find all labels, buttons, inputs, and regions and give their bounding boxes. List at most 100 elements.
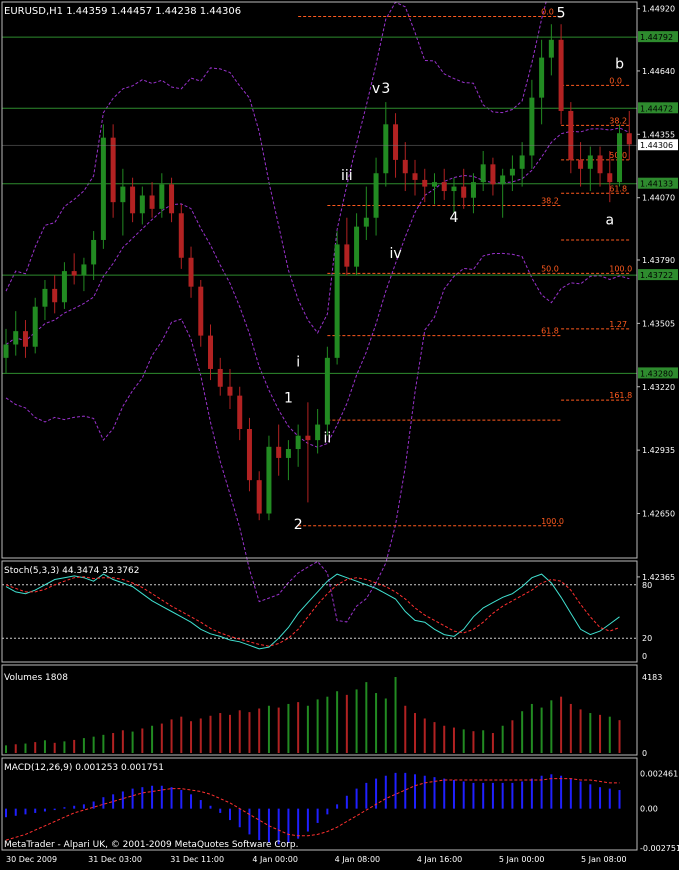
horizontal-line-label-4: 1.43280: [640, 369, 673, 378]
candle-body-54: [529, 97, 535, 156]
candle-body-37: [363, 217, 369, 227]
wave-label-8: ii: [323, 430, 331, 446]
price-tick-label-3: 1.44070: [642, 194, 675, 203]
stoch-tick-label-0: 80: [642, 581, 652, 590]
wave-label-5: a: [605, 212, 614, 228]
candle-body-43: [422, 179, 428, 187]
candle-body-62: [607, 173, 613, 183]
horizontal-line-label-1: 1.44472: [640, 104, 673, 113]
wave-label-4: 5: [557, 6, 566, 22]
candle-body-7: [71, 271, 77, 276]
candle-body-29: [285, 449, 291, 458]
price-tick-label-5: 1.43505: [642, 319, 675, 328]
candle-body-5: [52, 288, 58, 303]
fib-label-10: 61.8: [541, 327, 559, 336]
candle-body-40: [393, 124, 399, 160]
candle-body-34: [334, 244, 340, 358]
candle-body-9: [91, 239, 97, 265]
fib-label-1: 0.0: [609, 76, 622, 85]
time-label-3: 4 Jan 00:00: [252, 855, 298, 864]
candle-body-52: [509, 168, 515, 176]
candle-body-20: [198, 286, 204, 336]
candle-body-6: [61, 271, 67, 303]
fib-label-7: 50.0: [541, 264, 559, 273]
candle-body-19: [188, 257, 194, 287]
candle-body-12: [120, 186, 126, 203]
price-tick-label-1: 1.44640: [642, 67, 675, 76]
candle-body-18: [178, 213, 184, 258]
wave-label-3: 4: [450, 210, 459, 226]
candle-body-28: [276, 446, 282, 458]
macd-tick-label-2: -0.002751: [640, 844, 679, 853]
candle-body-13: [130, 186, 136, 214]
candle-body-58: [568, 110, 574, 160]
candle-body-3: [32, 306, 38, 347]
candle-body-45: [441, 182, 447, 192]
candle-body-15: [149, 195, 155, 209]
candle-body-59: [578, 159, 584, 169]
time-label-4: 4 Jan 08:00: [335, 855, 381, 864]
candle-body-14: [139, 195, 145, 214]
wave-label-0: 1: [284, 390, 293, 406]
fib-label-9: 1.27: [609, 320, 627, 329]
time-label-6: 5 Jan 00:00: [499, 855, 545, 864]
candle-body-32: [315, 424, 321, 441]
candle-body-11: [110, 137, 116, 203]
wave-label-6: b: [615, 57, 624, 73]
candle-body-64: [626, 133, 632, 145]
volume-tick-label-1: 0: [642, 749, 647, 758]
candle-body-61: [597, 155, 603, 174]
wave-label-1: 2: [294, 517, 303, 533]
candle-body-47: [461, 186, 467, 198]
fib-label-0: 0.0: [541, 7, 554, 16]
candle-body-63: [617, 133, 623, 183]
price-tick-label-2: 1.44355: [642, 130, 675, 139]
candle-body-49: [480, 164, 486, 183]
wave-label-9: iii: [341, 168, 353, 184]
candle-body-22: [217, 368, 223, 387]
candle-body-4: [42, 288, 48, 307]
fib-label-8: 100.0: [609, 264, 632, 273]
fib-label-4: 61.8: [609, 184, 627, 193]
candle-body-30: [295, 435, 301, 450]
time-label-2: 31 Dec 11:00: [170, 855, 224, 864]
price-tick-label-4: 1.43790: [642, 256, 675, 265]
candle-body-41: [402, 159, 408, 174]
symbol-header: EURUSD,H1 1.44359 1.44457 1.44238 1.4430…: [4, 6, 241, 17]
time-label-1: 31 Dec 03:00: [88, 855, 142, 864]
candle-body-50: [490, 164, 496, 185]
volume-tick-label-0: 4183: [642, 673, 662, 682]
candle-body-35: [344, 244, 350, 267]
candle-body-10: [100, 137, 106, 240]
candle-body-31: [305, 435, 311, 441]
candle-body-48: [470, 182, 476, 198]
fib-label-13: 100.0: [541, 517, 564, 526]
stoch-title: Stoch(5,3,3) 44.3474 33.3762: [4, 566, 139, 576]
price-tick-label-7: 1.42935: [642, 446, 675, 455]
stoch-tick-label-2: 0: [642, 652, 647, 661]
candle-body-2: [22, 331, 28, 347]
wave-label-10: iv: [389, 246, 401, 262]
current-price-label: 1.44306: [640, 141, 673, 150]
chart-svg: 1.44792 1.44472 1.44133 1.43722 1.43280 0.0 0.…: [0, 0, 679, 870]
candle-body-55: [539, 57, 545, 98]
candle-body-27: [266, 446, 272, 514]
candle-body-33: [324, 357, 330, 425]
fib-label-12: 161.8: [609, 391, 632, 400]
fib-label-2: 38.2: [609, 116, 627, 125]
horizontal-line-label-3: 1.43722: [640, 271, 673, 280]
candle-body-60: [587, 155, 593, 169]
candle-body-53: [519, 155, 525, 169]
volumes-title: Volumes 1808: [4, 673, 68, 683]
horizontal-line-label-2: 1.44133: [640, 180, 673, 189]
wave-label-7: i: [296, 355, 300, 371]
candle-body-46: [451, 186, 457, 192]
candle-body-1: [13, 331, 19, 345]
candle-body-42: [412, 173, 418, 180]
candle-body-57: [558, 39, 564, 111]
candle-body-25: [246, 429, 252, 481]
time-label-5: 4 Jan 16:00: [417, 855, 463, 864]
candle-body-38: [373, 173, 379, 218]
horizontal-line-label-0: 1.44792: [640, 33, 673, 42]
macd-tick-label-1: 0.00: [640, 805, 658, 814]
